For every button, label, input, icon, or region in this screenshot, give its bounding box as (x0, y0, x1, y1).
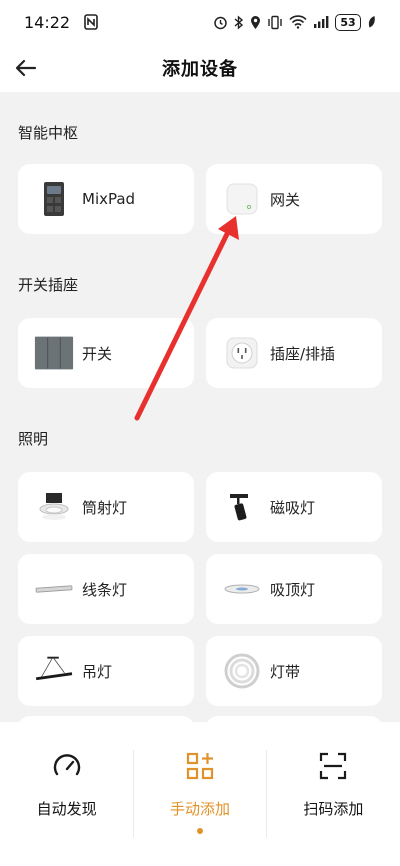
socket-icon (222, 333, 262, 373)
device-card-label: 线条灯 (82, 580, 128, 599)
device-card-label: 插座/排插 (270, 344, 336, 363)
bottom-nav: 自动发现 手动添加 扫码添加 (0, 722, 400, 866)
wall-switch-icon (34, 333, 74, 373)
eco-leaf-icon (367, 14, 376, 30)
downlight-icon (34, 487, 74, 527)
app-header: 添加设备 (0, 44, 400, 92)
section-title-hub: 智能中枢 (18, 124, 79, 142)
device-category-list[interactable]: 智能中枢 MixPad 网关 开关插座 开关 插座/排插 照明 筒射灯 磁吸灯 … (0, 92, 400, 722)
light-strip-icon (222, 651, 262, 691)
status-bar: 14:22 53 (0, 0, 400, 44)
pendant-light-icon (34, 651, 74, 691)
device-card-label: 灯带 (270, 662, 301, 681)
battery-indicator: 53 (335, 13, 361, 31)
status-time: 14:22 (24, 12, 71, 32)
device-card-label: MixPad (82, 190, 136, 208)
device-card-downlight[interactable]: 筒射灯 (18, 472, 194, 542)
ceiling-light-icon (222, 569, 262, 609)
signal-icon (313, 14, 329, 30)
auto-discover-icon (51, 750, 83, 782)
alarm-icon (213, 14, 228, 30)
location-icon (250, 14, 261, 30)
device-card-magnetic-light[interactable]: 磁吸灯 (206, 472, 382, 542)
nav-auto-discover[interactable]: 自动发现 (0, 722, 133, 866)
wifi-icon (289, 14, 307, 30)
nav-label: 自动发现 (36, 800, 97, 818)
device-card-linear-light[interactable]: 线条灯 (18, 554, 194, 624)
device-card-ceiling-light[interactable]: 吸顶灯 (206, 554, 382, 624)
page-title: 添加设备 (162, 59, 238, 80)
device-card-label: 网关 (270, 190, 301, 209)
arrow-left-icon (15, 59, 37, 77)
nfc-icon (84, 14, 98, 30)
section-title-switch-socket: 开关插座 (18, 276, 79, 294)
nav-scan-add[interactable]: 扫码添加 (267, 722, 400, 866)
device-card-socket[interactable]: 插座/排插 (206, 318, 382, 388)
back-button[interactable] (12, 54, 40, 82)
device-card-label: 开关 (82, 344, 113, 363)
manual-add-icon (184, 750, 216, 782)
magnetic-light-icon (222, 487, 262, 527)
nav-label: 扫码添加 (303, 800, 364, 818)
device-card-label: 磁吸灯 (270, 498, 316, 517)
linear-light-icon (34, 569, 74, 609)
gateway-box-icon (222, 179, 262, 219)
mixpad-panel-icon (34, 179, 74, 219)
active-indicator-dot (196, 828, 203, 834)
device-card-label: 吊灯 (82, 662, 113, 681)
device-card-label: 吸顶灯 (270, 580, 316, 599)
device-card-gateway[interactable]: 网关 (206, 164, 382, 234)
nav-label: 手动添加 (169, 800, 230, 818)
nav-manual-add[interactable]: 手动添加 (133, 722, 266, 866)
device-card-light-strip[interactable]: 灯带 (206, 636, 382, 706)
device-card-label: 筒射灯 (82, 498, 128, 517)
section-title-lighting: 照明 (18, 430, 49, 448)
device-card-pendant-light[interactable]: 吊灯 (18, 636, 194, 706)
bluetooth-icon (234, 14, 244, 30)
scan-icon (317, 750, 349, 782)
device-card-switch[interactable]: 开关 (18, 318, 194, 388)
device-card-mixpad[interactable]: MixPad (18, 164, 194, 234)
vibrate-icon (267, 14, 283, 30)
